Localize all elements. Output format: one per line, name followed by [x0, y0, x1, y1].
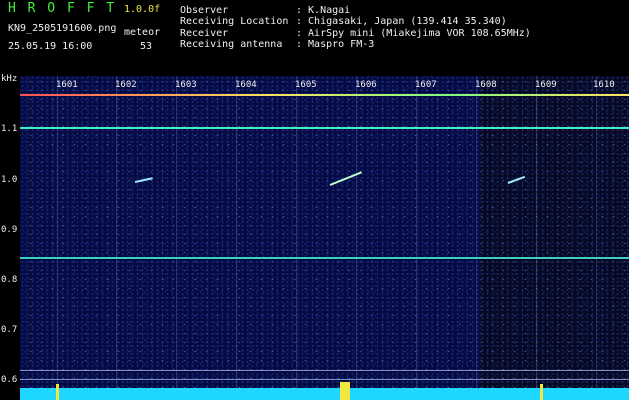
filename-label: KN9_2505191600.png [8, 23, 117, 34]
top-carrier-line [20, 94, 629, 96]
grid-line [476, 76, 477, 400]
location-label: Receiving Location [180, 16, 289, 27]
carrier-line-2 [20, 257, 629, 259]
x-tick: 1602 [115, 80, 137, 90]
datetime-label: 25.05.19 16:00 [8, 41, 93, 52]
x-tick: 1608 [475, 80, 497, 90]
receiver-value: : AirSpy mini (Miakejima VOR 108.65MHz) [296, 28, 531, 39]
location-value: : Chigasaki, Japan (139.414 35.340) [296, 16, 507, 27]
y-tick: 1.0 [1, 175, 18, 185]
x-tick: 1610 [593, 80, 615, 90]
y-tick: 0.9 [1, 225, 18, 235]
x-tick: 1601 [56, 80, 78, 90]
x-tick: 1607 [415, 80, 437, 90]
grid-line [356, 76, 357, 400]
receiver-label: Receiver [180, 28, 229, 39]
noise-spike [540, 384, 543, 400]
y-tick: 0.7 [1, 325, 18, 335]
grid-line [296, 76, 297, 400]
carrier-line-4 [20, 379, 629, 380]
grid-line [176, 76, 177, 400]
grid-line [416, 76, 417, 400]
grid-line [236, 76, 237, 400]
header-panel: H R O F F T 1.0.0f KN9_2505191600.png 25… [0, 0, 629, 76]
observer-label: Observer [180, 5, 229, 16]
version-label: 1.0.0f [124, 4, 161, 15]
grid-line [536, 76, 537, 400]
antenna-value: : Maspro FM-3 [296, 39, 375, 50]
y-tick: 1.1 [1, 124, 18, 134]
carrier-line-3 [20, 370, 629, 371]
y-axis-unit: kHz [1, 74, 18, 84]
x-tick: 1609 [535, 80, 557, 90]
y-axis: kHz 1.1 1.0 0.9 0.8 0.7 0.6 [0, 74, 20, 400]
y-tick: 0.8 [1, 275, 18, 285]
y-tick: 0.6 [1, 375, 18, 385]
noise-spike [340, 382, 350, 400]
x-tick: 1605 [295, 80, 317, 90]
x-tick: 1603 [175, 80, 197, 90]
spectrogram-noise [20, 76, 629, 400]
grid-line [596, 76, 597, 400]
noise-spike [56, 384, 59, 400]
x-tick: 1606 [355, 80, 377, 90]
noise-floor-band [20, 382, 629, 400]
grid-line [116, 76, 117, 400]
app-logo: H R O F F T [8, 1, 117, 16]
antenna-label: Receiving antenna [180, 39, 283, 50]
grid-line [57, 76, 58, 400]
observer-value: : K.Nagai [296, 5, 351, 16]
x-tick: 1604 [235, 80, 257, 90]
meteor-count: 53 [140, 41, 153, 52]
carrier-line-1 [20, 127, 629, 129]
spectrogram-plot [20, 76, 629, 400]
meteor-label: meteor [124, 27, 161, 38]
